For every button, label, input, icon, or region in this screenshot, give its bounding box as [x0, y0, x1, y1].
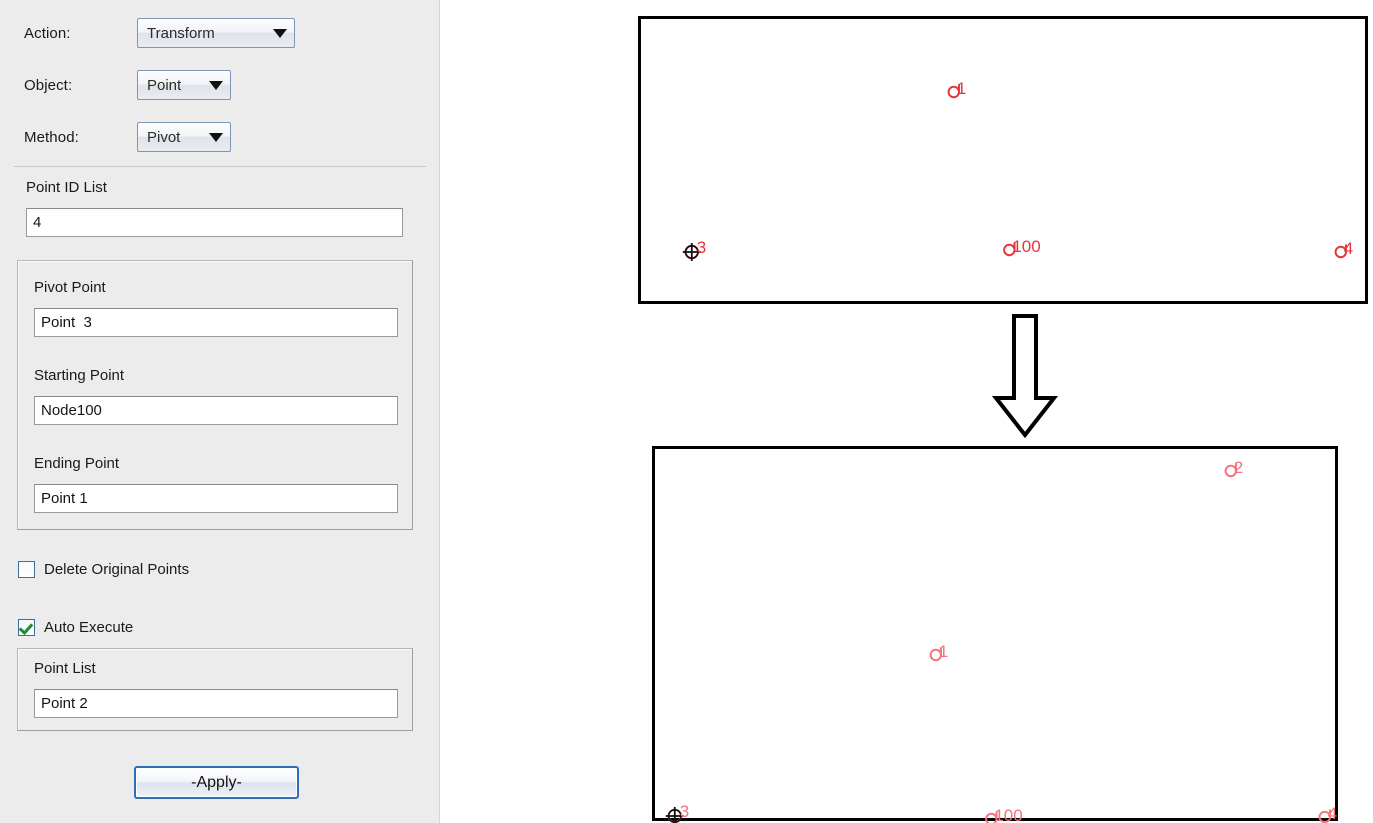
point-marker-4: 4 — [1317, 804, 1338, 823]
point-glyph-icon — [1001, 241, 1017, 257]
point-marker-1: 1 — [928, 642, 949, 662]
method-dropdown[interactable]: Pivot — [137, 122, 231, 152]
point-marker-label: 4 — [1327, 804, 1338, 823]
point-marker-label: 2 — [1233, 458, 1244, 477]
point-glyph-icon — [665, 806, 685, 823]
point-glyph-icon — [682, 242, 702, 262]
point-marker-label: 3 — [696, 238, 707, 257]
point-glyph-icon — [1333, 243, 1349, 259]
method-dropdown-value: Pivot — [147, 128, 181, 146]
action-row: Action: Transform — [24, 18, 295, 48]
point-id-list-input[interactable]: 4 — [26, 208, 403, 237]
point-glyph-icon — [1317, 808, 1333, 823]
delete-original-points-label: Delete Original Points — [44, 561, 190, 578]
pivot-point-groupbox: Pivot Point Point 3 Starting Point Node1… — [17, 260, 413, 530]
point-marker-label: 4 — [1343, 239, 1354, 258]
method-row: Method: Pivot — [24, 122, 231, 152]
chevron-down-icon — [209, 132, 223, 142]
pivot-point-group-title: Pivot Point — [34, 279, 106, 296]
action-label: Action: — [24, 24, 71, 42]
point-list-groupbox: Point List Point 2 — [17, 648, 413, 731]
pivot-point-input[interactable]: Point 3 — [34, 308, 398, 337]
point-marker-1: 1 — [946, 79, 967, 99]
point-marker-100: 100 — [1001, 237, 1041, 257]
auto-execute-label: Auto Execute — [44, 619, 134, 636]
object-row: Object: Point — [24, 70, 231, 100]
point-marker-label: 1 — [956, 79, 967, 98]
transform-form-panel: Action: Transform Object: Point Method: … — [0, 0, 440, 823]
screen-root: Action: Transform Object: Point Method: … — [0, 0, 1373, 823]
chevron-down-icon — [273, 28, 287, 38]
point-marker-4: 4 — [1333, 239, 1354, 259]
point-marker-label: 3 — [679, 802, 690, 821]
starting-point-input[interactable]: Node100 — [34, 396, 398, 425]
object-dropdown-value: Point — [147, 76, 182, 94]
auto-execute-checkbox[interactable] — [18, 619, 35, 636]
section-divider — [14, 166, 426, 167]
point-glyph-icon — [946, 83, 962, 99]
ending-point-label: Ending Point — [34, 455, 120, 472]
action-dropdown[interactable]: Transform — [137, 18, 295, 48]
point-glyph-icon — [983, 810, 999, 823]
down-arrow-icon — [992, 314, 1058, 438]
after-viewport: 2 1 3 100 4 — [652, 446, 1338, 823]
delete-original-points-checkbox[interactable] — [18, 561, 35, 578]
point-list-group-title: Point List — [34, 660, 96, 677]
chevron-down-icon — [209, 80, 223, 90]
object-label: Object: — [24, 76, 73, 94]
point-marker-2: 2 — [1223, 458, 1244, 478]
ending-point-input[interactable]: Point 1 — [34, 484, 398, 513]
delete-original-points-checkbox-row[interactable]: Delete Original Points — [18, 561, 189, 578]
point-glyph-icon — [928, 646, 944, 662]
before-viewport: 1 3 100 4 — [638, 16, 1368, 304]
point-glyph-icon — [1223, 462, 1239, 478]
action-dropdown-value: Transform — [147, 24, 215, 42]
point-list-input[interactable]: Point 2 — [34, 689, 398, 718]
apply-button[interactable]: -Apply- — [134, 766, 299, 799]
auto-execute-checkbox-row[interactable]: Auto Execute — [18, 619, 133, 636]
point-marker-3: 3 — [682, 238, 707, 262]
method-label: Method: — [24, 128, 79, 146]
point-marker-3: 3 — [665, 802, 690, 823]
point-id-list-label: Point ID List — [26, 179, 107, 196]
point-marker-label: 100 — [994, 806, 1023, 823]
point-marker-label: 100 — [1012, 237, 1041, 256]
starting-point-label: Starting Point — [34, 367, 125, 384]
object-dropdown[interactable]: Point — [137, 70, 231, 100]
point-marker-100: 100 — [983, 806, 1023, 823]
point-marker-label: 1 — [938, 642, 949, 661]
